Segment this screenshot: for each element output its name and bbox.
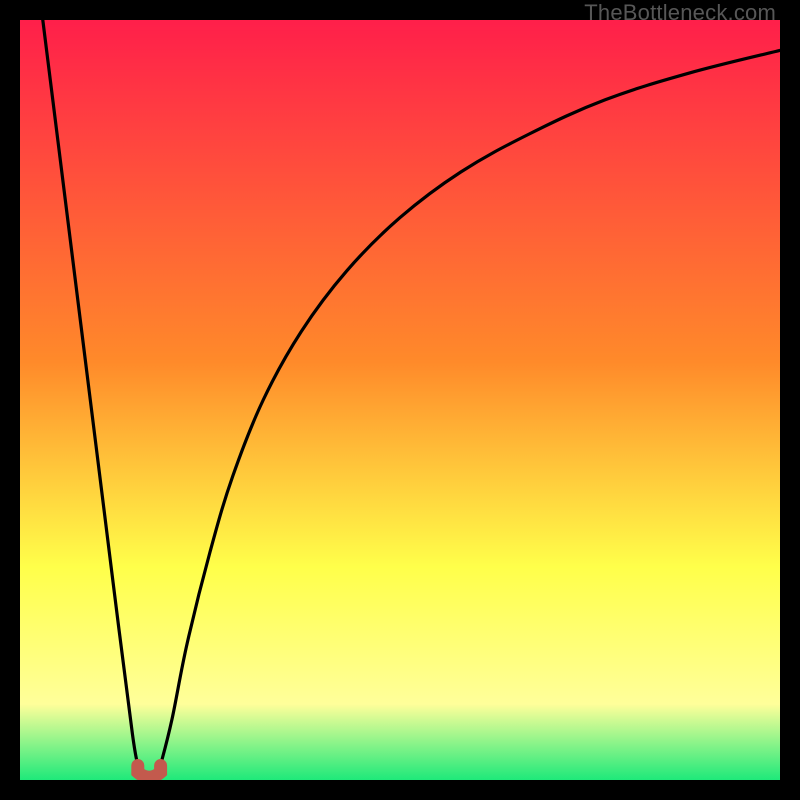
curve-right-branch (157, 50, 780, 776)
minimum-marker (138, 766, 161, 778)
curve-left-branch (43, 20, 142, 776)
chart-frame: TheBottleneck.com (0, 0, 800, 800)
bottleneck-curve (20, 20, 780, 780)
watermark-label: TheBottleneck.com (584, 0, 776, 26)
plot-area (20, 20, 780, 780)
